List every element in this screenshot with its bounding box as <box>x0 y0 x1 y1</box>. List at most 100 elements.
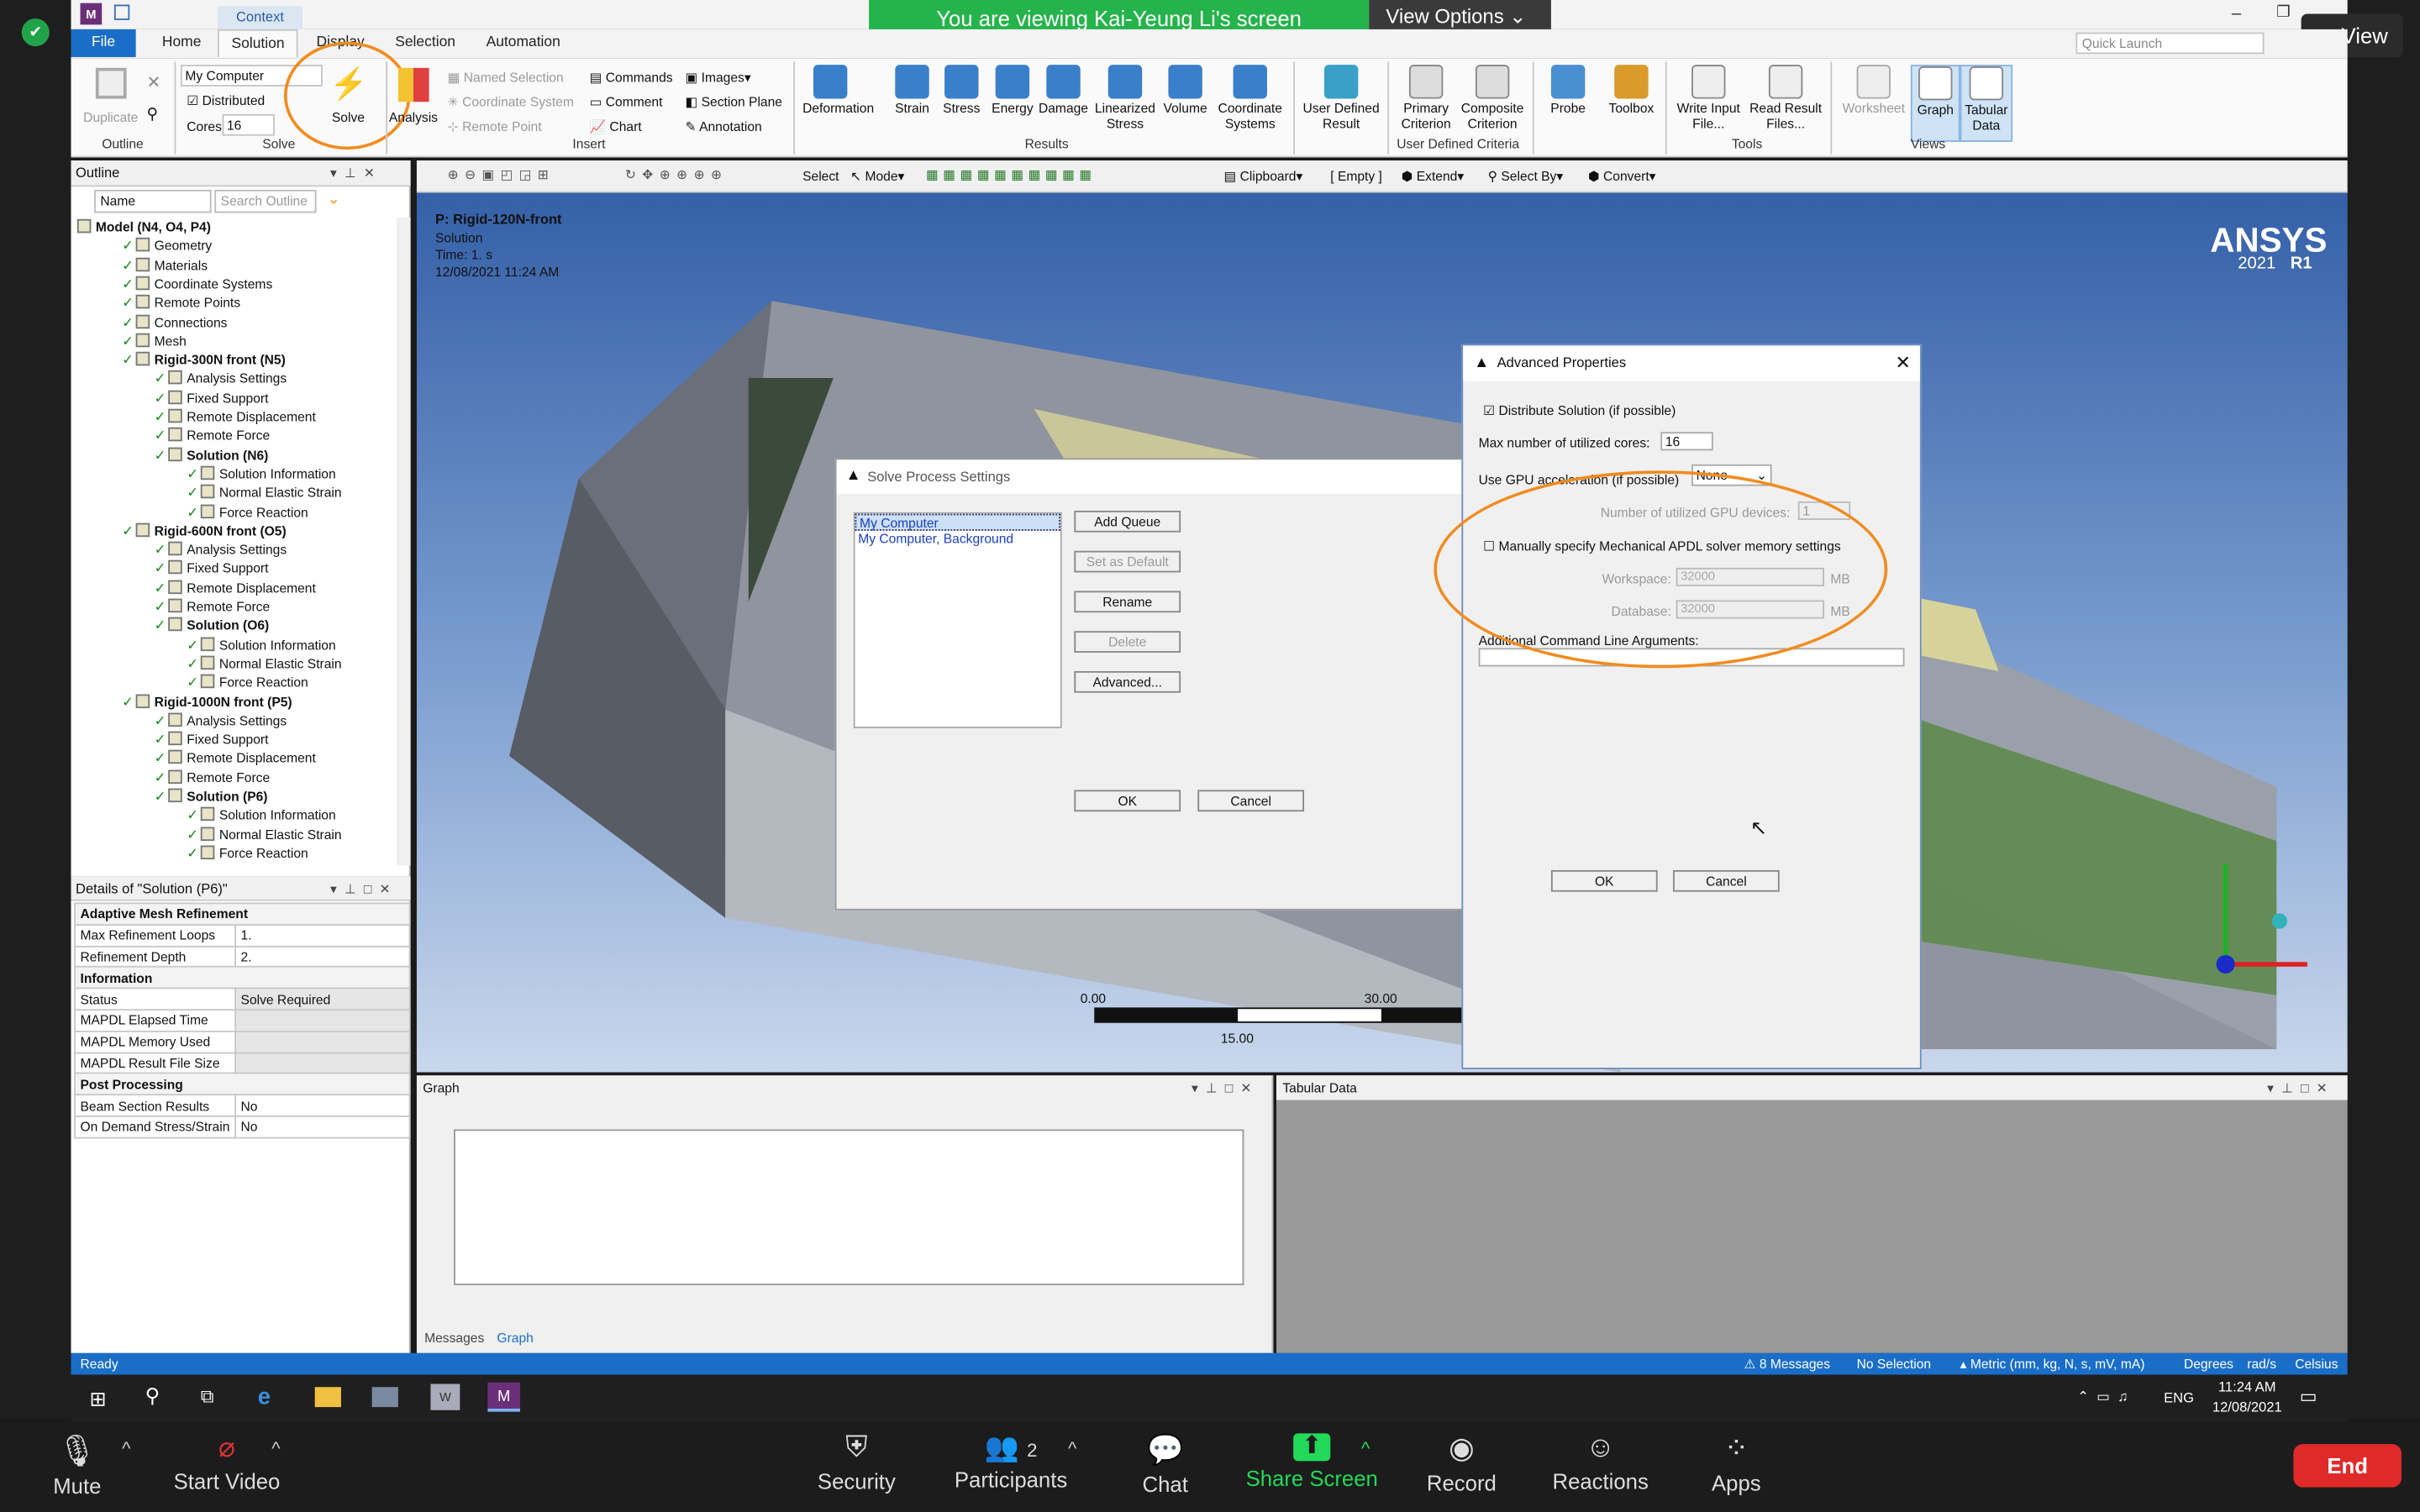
result-linearized-stress-button[interactable]: Linearized Stress <box>1092 65 1160 142</box>
details-row[interactable]: On Demand Stress/Strain No <box>74 1115 411 1139</box>
select-button[interactable]: Select <box>802 168 839 183</box>
zoom-tools-icons[interactable]: ⊕⊖▣◰◲⊞ <box>448 166 555 183</box>
extend-button[interactable]: ⬢ Extend▾ <box>1402 168 1464 185</box>
tree-item[interactable]: ✓ Solution (P6) <box>155 787 268 806</box>
ok-button[interactable]: OK <box>1074 790 1181 812</box>
tree-item[interactable]: ✓ Connections <box>122 312 227 331</box>
search-icon[interactable]: ⚲ <box>146 107 157 123</box>
convert-button[interactable]: ⬢ Convert▾ <box>1588 168 1656 185</box>
list-item[interactable]: My Computer, Background <box>855 531 1060 548</box>
restore-icon[interactable]: ❐ <box>2276 5 2290 22</box>
tree-item[interactable]: ✓ Mesh <box>122 332 187 350</box>
details-row[interactable]: MAPDL Result File Size <box>74 1051 411 1075</box>
result-damage-button[interactable]: Damage <box>1035 65 1091 142</box>
distribute-checkbox[interactable]: ☑ Distribute Solution (if possible) <box>1483 402 1676 419</box>
minimize-icon[interactable]: – <box>2232 5 2241 24</box>
apps-button[interactable]: ⁘ Apps <box>1697 1431 1775 1494</box>
tree-item[interactable]: ✓ Normal Elastic Strain <box>187 825 342 843</box>
participants-button[interactable]: 👥 2 Participants <box>950 1431 1073 1492</box>
panel-controls-icons[interactable]: ▾⊥□✕ <box>2267 1080 2335 1097</box>
tree-item[interactable]: ✓ Solution Information <box>187 465 336 483</box>
list-item[interactable]: My Computer <box>855 513 1060 531</box>
clipboard-button[interactable]: ▤ Clipboard▾ <box>1224 168 1303 185</box>
property-value[interactable] <box>234 1051 411 1075</box>
add-queue-button[interactable]: Add Queue <box>1074 510 1181 533</box>
tree-item[interactable]: ✓ Rigid-1000N front (P5) <box>122 692 292 711</box>
tab-home[interactable]: Home <box>150 29 213 57</box>
comment-button[interactable]: ▭ Comment <box>590 94 663 111</box>
analysis-icon[interactable] <box>397 67 429 102</box>
status-rad[interactable]: rad/s <box>2247 1353 2276 1375</box>
close-icon[interactable]: ✕ <box>1896 352 1911 374</box>
tree-item[interactable]: ✓ Fixed Support <box>155 559 268 578</box>
tree-item[interactable]: ✓ Normal Elastic Strain <box>187 483 342 501</box>
property-value[interactable]: No <box>234 1115 411 1139</box>
status-temp[interactable]: Celsius <box>2295 1353 2338 1375</box>
file-explorer-icon[interactable] <box>314 1387 341 1408</box>
chevron-up-icon[interactable]: ^ <box>1068 1438 1076 1460</box>
filter-icon[interactable]: ⌄ <box>327 192 339 208</box>
remote-point-button[interactable]: ⊹ Remote Point <box>448 118 542 135</box>
tree-item[interactable]: ✓ Remote Force <box>155 768 270 786</box>
language-indicator[interactable]: ENG <box>2164 1390 2194 1405</box>
result-stress-button[interactable]: Stress <box>934 65 989 142</box>
tree-item[interactable]: ✓ Fixed Support <box>155 730 268 748</box>
tree-item[interactable]: ✓ Analysis Settings <box>155 540 287 559</box>
tabular-view-button[interactable]: Tabular Data <box>1960 65 2013 142</box>
property-value[interactable]: Solve Required <box>234 987 411 1011</box>
search-icon[interactable]: ⚲ <box>145 1384 160 1409</box>
section-plane-button[interactable]: ◧ Section Plane <box>686 94 782 111</box>
property-value[interactable]: 1. <box>234 923 411 947</box>
windows-start-icon[interactable]: ⊞ <box>90 1387 107 1411</box>
tab-solution[interactable]: Solution <box>217 29 299 57</box>
read-result-button[interactable]: Read Result Files... <box>1747 65 1824 142</box>
result-energy-button[interactable]: Energy <box>985 65 1040 142</box>
tree-item[interactable]: ✓ Remote Displacement <box>155 578 316 596</box>
tree-item[interactable]: ✓ Remote Force <box>155 426 270 444</box>
result-volume-button[interactable]: Volume <box>1158 65 1213 142</box>
app-icon[interactable] <box>371 1387 398 1408</box>
delete-icon[interactable]: ✕ <box>146 72 160 92</box>
end-button[interactable]: End <box>2293 1444 2402 1488</box>
annotation-button[interactable]: ✎ Annotation <box>686 118 762 135</box>
delete-button[interactable]: Delete <box>1074 631 1181 653</box>
distributed-checkbox[interactable]: ☑ Distributed <box>187 92 265 109</box>
start-video-button[interactable]: ⌀ Start Video <box>170 1431 284 1493</box>
chevron-up-icon[interactable]: ^ <box>271 1438 280 1460</box>
workbench-icon[interactable]: W <box>430 1383 460 1410</box>
tree-item[interactable]: ✓ Remote Points <box>122 293 240 312</box>
details-row[interactable]: MAPDL Memory Used <box>74 1030 411 1053</box>
details-row[interactable]: Max Refinement Loops 1. <box>74 923 411 947</box>
solve-computer-list[interactable]: My Computer My Computer, Background <box>853 512 1062 728</box>
tree-item[interactable]: Model (N4, O4, P4) <box>76 218 211 236</box>
tree-item[interactable]: ✓ Materials <box>122 255 208 274</box>
select-by-button[interactable]: ⚲ Select By▾ <box>1488 168 1564 185</box>
chevron-up-icon[interactable]: ^ <box>1361 1438 1370 1460</box>
property-value[interactable]: 2. <box>234 945 411 969</box>
mechanical-taskbar-icon[interactable]: M <box>487 1382 520 1412</box>
duplicate-icon[interactable] <box>95 67 127 99</box>
chat-button[interactable]: 💬 Chat <box>1127 1431 1204 1496</box>
cancel-button[interactable]: Cancel <box>1197 790 1305 812</box>
primary-criterion-button[interactable]: Primary Criterion <box>1392 65 1460 142</box>
tree-item[interactable]: ✓ Analysis Settings <box>155 711 287 729</box>
user-defined-result-button[interactable]: User Defined Result <box>1302 65 1380 142</box>
result-deformation-button[interactable]: Deformation <box>802 65 874 142</box>
panel-controls-icons[interactable]: ▾⊥□✕ <box>330 881 398 898</box>
details-row[interactable]: Beam Section Results No <box>74 1094 411 1117</box>
write-input-button[interactable]: Write Input File... <box>1670 65 1747 142</box>
tree-item[interactable]: ✓ Remote Displacement <box>155 407 316 426</box>
status-degrees[interactable]: Degrees <box>2184 1353 2233 1375</box>
outline-search-input[interactable]: Search Outline <box>214 189 317 213</box>
tree-item[interactable]: ✓ Coordinate Systems <box>122 275 272 293</box>
selection-filter-icons[interactable]: ▦▦▦▦▦▦▦▦▦▦ <box>926 166 1097 183</box>
panel-controls-icons[interactable]: ▾⊥✕ <box>330 165 382 182</box>
outline-filter-select[interactable]: Name <box>94 189 212 213</box>
ok-button[interactable]: OK <box>1550 869 1658 892</box>
named-selection-button[interactable]: ▦ Named Selection <box>448 70 564 87</box>
probe-button[interactable]: Probe <box>1537 65 1598 142</box>
tree-item[interactable]: ✓ Force Reaction <box>187 502 308 521</box>
status-messages[interactable]: ⚠ 8 Messages <box>1744 1353 1831 1375</box>
tab-selection[interactable]: Selection <box>383 29 468 57</box>
save-icon[interactable] <box>113 4 130 20</box>
